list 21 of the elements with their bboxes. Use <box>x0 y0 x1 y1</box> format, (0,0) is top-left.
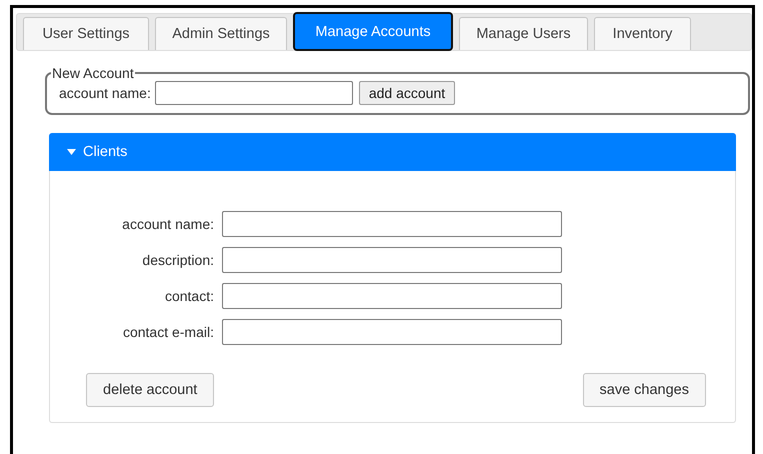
input-field[interactable] <box>222 319 562 345</box>
field-label: contact e-mail: <box>122 324 214 340</box>
tab[interactable]: Inventory <box>594 17 691 50</box>
input-field[interactable] <box>222 211 562 237</box>
delete-button[interactable]: delete account <box>86 373 214 407</box>
field-label: contact: <box>164 288 214 304</box>
panel-title: Clients <box>83 144 128 160</box>
add-account-button[interactable]: add account <box>358 81 456 105</box>
field-label: account name: <box>59 85 151 101</box>
field-label: account name: <box>121 216 214 232</box>
save-button[interactable]: save changes <box>582 373 706 407</box>
panel-header[interactable]: Clients <box>49 133 736 171</box>
input-field[interactable] <box>222 283 562 309</box>
input-field[interactable] <box>154 81 353 105</box>
input-field[interactable] <box>222 247 562 273</box>
tab[interactable]: Manage Accounts <box>293 12 453 51</box>
tab[interactable]: User Settings <box>23 17 149 50</box>
tab[interactable]: Manage Users <box>459 17 588 50</box>
group-legend: New Account <box>51 65 135 81</box>
field-label: description: <box>141 252 214 268</box>
tab[interactable]: Admin Settings <box>155 17 287 50</box>
